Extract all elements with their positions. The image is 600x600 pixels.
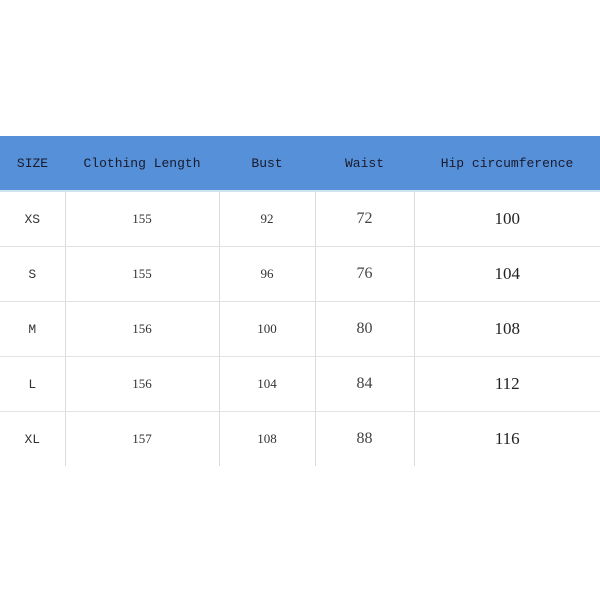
cell-waist: 88 (315, 411, 415, 466)
cell-clothing-length: 157 (65, 411, 220, 466)
table-row: XS 155 92 72 100 (0, 191, 600, 247)
cell-waist: 84 (315, 356, 415, 412)
cell-size: M (0, 301, 66, 357)
cell-clothing-length: 156 (65, 301, 220, 357)
cell-bust: 96 (219, 246, 316, 302)
cell-clothing-length: 156 (65, 356, 220, 412)
header-row: SIZE Clothing Length Bust Waist Hip circ… (0, 136, 600, 192)
cell-waist: 80 (315, 301, 415, 357)
cell-hip: 112 (414, 356, 600, 412)
cell-waist: 72 (315, 191, 415, 247)
cell-clothing-length: 155 (65, 246, 220, 302)
cell-hip: 100 (414, 191, 600, 247)
header-size: SIZE (0, 136, 65, 192)
table-row: L 156 104 84 112 (0, 356, 600, 412)
table-row: M 156 100 80 108 (0, 301, 600, 357)
cell-bust: 108 (219, 411, 316, 466)
header-clothing-length: Clothing Length (65, 136, 219, 192)
header-hip: Hip circumference (414, 136, 600, 192)
cell-bust: 92 (219, 191, 316, 247)
cell-size: XL (0, 411, 66, 466)
table-row: XL 157 108 88 116 (0, 411, 600, 466)
cell-hip: 108 (414, 301, 600, 357)
cell-clothing-length: 155 (65, 191, 220, 247)
cell-hip: 116 (494, 429, 520, 448)
header-waist: Waist (315, 136, 414, 192)
size-chart-table: SIZE Clothing Length Bust Waist Hip circ… (0, 136, 600, 466)
cell-size: L (0, 356, 66, 412)
header-bust: Bust (219, 136, 315, 192)
cell-size: S (0, 246, 66, 302)
cell-hip: 104 (414, 246, 600, 302)
cell-bust: 100 (219, 301, 316, 357)
cell-size: XS (0, 191, 66, 247)
cell-waist: 76 (315, 246, 415, 302)
cell-bust: 104 (219, 356, 316, 412)
table-row: S 155 96 76 104 (0, 246, 600, 302)
